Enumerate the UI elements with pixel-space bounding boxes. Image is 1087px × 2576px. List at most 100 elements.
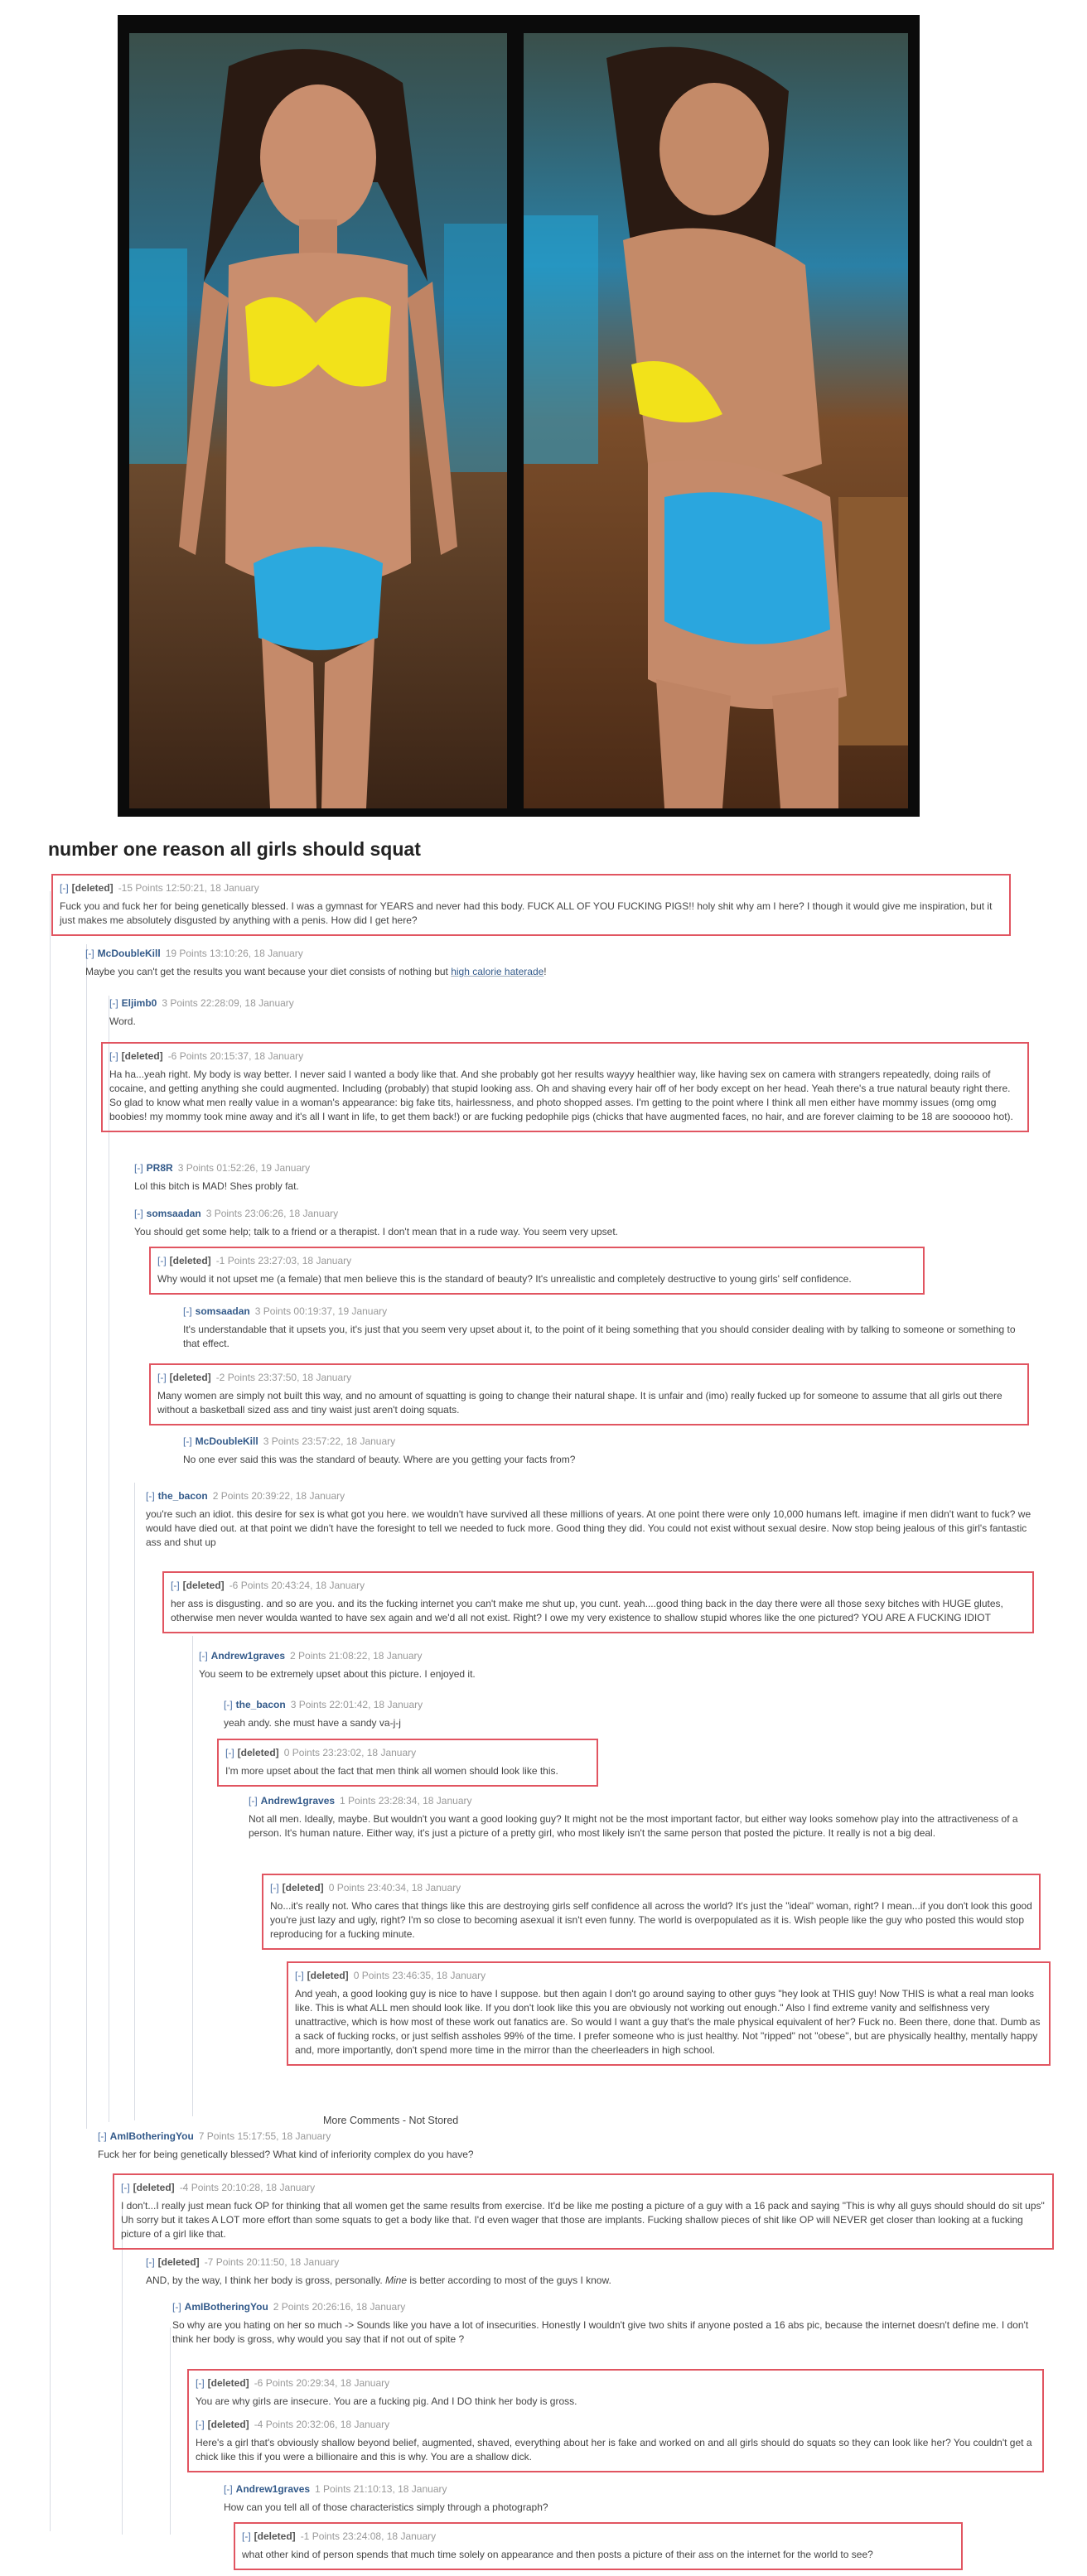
comment: [-] [deleted] -1 Points 23:24:08, 18 Janua… — [234, 2522, 963, 2570]
comment-author[interactable]: McDoubleKill — [196, 1435, 258, 1447]
comment-meta: -6 Points 20:43:24, 18 January — [229, 1580, 365, 1591]
comment-author[interactable]: Andrew1graves — [236, 2483, 310, 2495]
collapse-toggle[interactable]: [-] — [196, 2377, 205, 2389]
comment-author: [deleted] — [237, 1747, 279, 1758]
comment: [-] [deleted] -15 Points 12:50:21, 18 Janu… — [51, 874, 1011, 936]
comment: [-] AmIBotheringYou 2 Points 20:26:16, 18 … — [172, 2299, 1051, 2347]
photo-panel-front — [129, 33, 507, 808]
collapse-toggle[interactable]: [-] — [85, 948, 94, 959]
comment-author[interactable]: somsaadan — [196, 1305, 250, 1317]
comment-author[interactable]: PR8R — [147, 1162, 173, 1174]
comment-body: I'm more upset about the fact that men t… — [225, 1765, 558, 1777]
comment: [-] Andrew1graves 1 Points 21:10:13, 18 Ja… — [224, 2482, 1036, 2515]
comment-author[interactable]: the_bacon — [236, 1699, 286, 1710]
collapse-toggle[interactable]: [-] — [224, 2483, 233, 2495]
comment-author[interactable]: AmIBotheringYou — [110, 2130, 194, 2142]
collapse-toggle[interactable]: [-] — [172, 2301, 181, 2313]
collapse-toggle[interactable]: [-] — [199, 1650, 208, 1662]
comment-body: Here's a girl that's obviously shallow b… — [196, 2437, 1032, 2463]
collapse-toggle[interactable]: [-] — [270, 1882, 279, 1893]
comment-meta: 3 Points 00:19:37, 19 January — [254, 1305, 388, 1317]
thread-line — [192, 1636, 193, 2116]
comment-body: what other kind of person spends that mu… — [242, 2549, 873, 2560]
comment-body: yeah andy. she must have a sandy va-j-j — [224, 1717, 401, 1729]
comment-body: Not all men. Ideally, maybe. But wouldn'… — [249, 1813, 1018, 1839]
collapse-toggle[interactable]: [-] — [157, 1372, 167, 1383]
comment-body: Fuck you and fuck her for being genetica… — [60, 900, 993, 926]
collapse-toggle[interactable]: [-] — [171, 1580, 180, 1591]
collapse-toggle[interactable]: [-] — [134, 1162, 143, 1174]
collapse-toggle[interactable]: [-] — [157, 1255, 167, 1266]
comment-meta: -6 Points 20:29:34, 18 January — [254, 2377, 390, 2389]
collapse-toggle[interactable]: [-] — [224, 1699, 233, 1710]
comment-author[interactable]: the_bacon — [158, 1490, 208, 1502]
comment-author[interactable]: AmIBotheringYou — [185, 2301, 268, 2313]
collapse-toggle[interactable]: [-] — [146, 1490, 155, 1502]
collapse-toggle[interactable]: [-] — [146, 2256, 155, 2268]
comment: [-] [deleted] 0 Points 23:46:35, 18 Januar… — [287, 1961, 1051, 2066]
comment-body: So why are you hating on her so much -> … — [172, 2319, 1029, 2345]
collapse-toggle[interactable]: [-] — [295, 1970, 304, 1981]
comment-author[interactable]: Andrew1graves — [211, 1650, 285, 1662]
collapse-toggle[interactable]: [-] — [121, 2182, 130, 2193]
comment-author[interactable]: somsaadan — [147, 1208, 201, 1219]
collapse-toggle[interactable]: [-] — [183, 1435, 192, 1447]
comment-meta: 19 Points 13:10:26, 18 January — [165, 948, 303, 959]
collapse-toggle[interactable]: [-] — [242, 2530, 251, 2542]
collapse-toggle[interactable]: [-] — [183, 1305, 192, 1317]
comment-meta: 3 Points 22:01:42, 18 January — [290, 1699, 423, 1710]
comment-body: No...it's really not. Who cares that thi… — [270, 1900, 1032, 1940]
comment: [-] Eljimb0 3 Points 22:28:09, 18 January … — [109, 996, 1037, 1029]
comment-meta: -4 Points 20:32:06, 18 January — [254, 2419, 390, 2430]
comment-meta: 1 Points 23:28:34, 18 January — [340, 1795, 472, 1807]
comment-author[interactable]: Eljimb0 — [122, 997, 157, 1009]
comment-body: Why would it not upset me (a female) tha… — [157, 1273, 852, 1285]
collapse-toggle[interactable]: [-] — [134, 1208, 143, 1219]
comment: [-] the_bacon 3 Points 22:01:42, 18 Januar… — [224, 1697, 1027, 1730]
collapse-toggle[interactable]: [-] — [109, 1050, 118, 1062]
comment: [-] Andrew1graves 1 Points 23:28:34, 18 Ja… — [249, 1793, 1027, 1840]
comment-meta: 7 Points 15:17:55, 18 January — [198, 2130, 331, 2142]
comment-author[interactable]: Andrew1graves — [261, 1795, 335, 1807]
comment-meta: 2 Points 21:08:22, 18 January — [290, 1650, 423, 1662]
comment-meta: 3 Points 23:57:22, 18 January — [263, 1435, 396, 1447]
comment-meta: -7 Points 20:11:50, 18 January — [204, 2256, 340, 2268]
comment-meta: 3 Points 23:06:26, 18 January — [205, 1208, 339, 1219]
comment-meta: -1 Points 23:27:03, 18 January — [215, 1255, 352, 1266]
collapse-toggle[interactable]: [-] — [60, 882, 69, 894]
comment-author: [deleted] — [282, 1882, 324, 1893]
comment: [-] [deleted] -1 Points 23:27:03, 18 Janua… — [149, 1247, 925, 1295]
comment: [-] [deleted] -7 Points 20:11:50, 18 Janua… — [146, 2255, 1041, 2288]
collapse-toggle[interactable]: [-] — [109, 997, 118, 1009]
comment-body: her ass is disgusting. and so are you. a… — [171, 1598, 1003, 1623]
collapse-toggle[interactable]: [-] — [98, 2130, 107, 2142]
comment-meta: -6 Points 20:15:37, 18 January — [167, 1050, 304, 1062]
comment-body: AND, by the way, I think her body is gro… — [146, 2275, 611, 2286]
collapse-toggle[interactable]: [-] — [196, 2419, 205, 2430]
comment: [-] AmIBotheringYou 7 Points 15:17:55, 18 … — [98, 2129, 1026, 2162]
comment-author: [deleted] — [169, 1255, 211, 1266]
collapse-toggle[interactable]: [-] — [249, 1795, 258, 1807]
comment-author: [deleted] — [121, 1050, 163, 1062]
comment-meta: 3 Points 01:52:26, 19 January — [177, 1162, 311, 1174]
comment-author[interactable]: McDoubleKill — [98, 948, 161, 959]
comment-body: No one ever said this was the standard o… — [183, 1454, 576, 1465]
collapse-toggle[interactable]: [-] — [225, 1747, 234, 1758]
comment: [-] McDoubleKill 19 Points 13:10:26, 18 Ja… — [85, 946, 1038, 979]
comment-body: And yeah, a good looking guy is nice to … — [295, 1988, 1041, 2056]
comment-meta: -15 Points 12:50:21, 18 January — [118, 882, 259, 894]
comment: [-] [deleted] -2 Points 23:37:50, 18 Janua… — [149, 1363, 1029, 1425]
comment-meta: 1 Points 21:10:13, 18 January — [315, 2483, 447, 2495]
comment-body: you're such an idiot. this desire for se… — [146, 1508, 1031, 1548]
comment-body: Many women are simply not built this way… — [157, 1390, 1002, 1416]
comment: [-] somsaadan 3 Points 23:06:26, 18 Januar… — [134, 1206, 1029, 1239]
comment-meta: -2 Points 23:37:50, 18 January — [215, 1372, 352, 1383]
thread-line — [122, 2203, 123, 2535]
comment-author: [deleted] — [169, 1372, 211, 1383]
comment: [-] [deleted] 0 Points 23:40:34, 18 Januar… — [262, 1874, 1041, 1950]
comment-body: You should get some help; talk to a frie… — [134, 1226, 618, 1237]
more-comments-link[interactable]: More Comments - Not Stored — [323, 2115, 458, 2126]
comment-body: Lol this bitch is MAD! Shes probly fat. — [134, 1180, 299, 1192]
comment-meta: 3 Points 22:28:09, 18 January — [162, 997, 294, 1009]
haterade-link[interactable]: high calorie haterade — [451, 966, 544, 977]
